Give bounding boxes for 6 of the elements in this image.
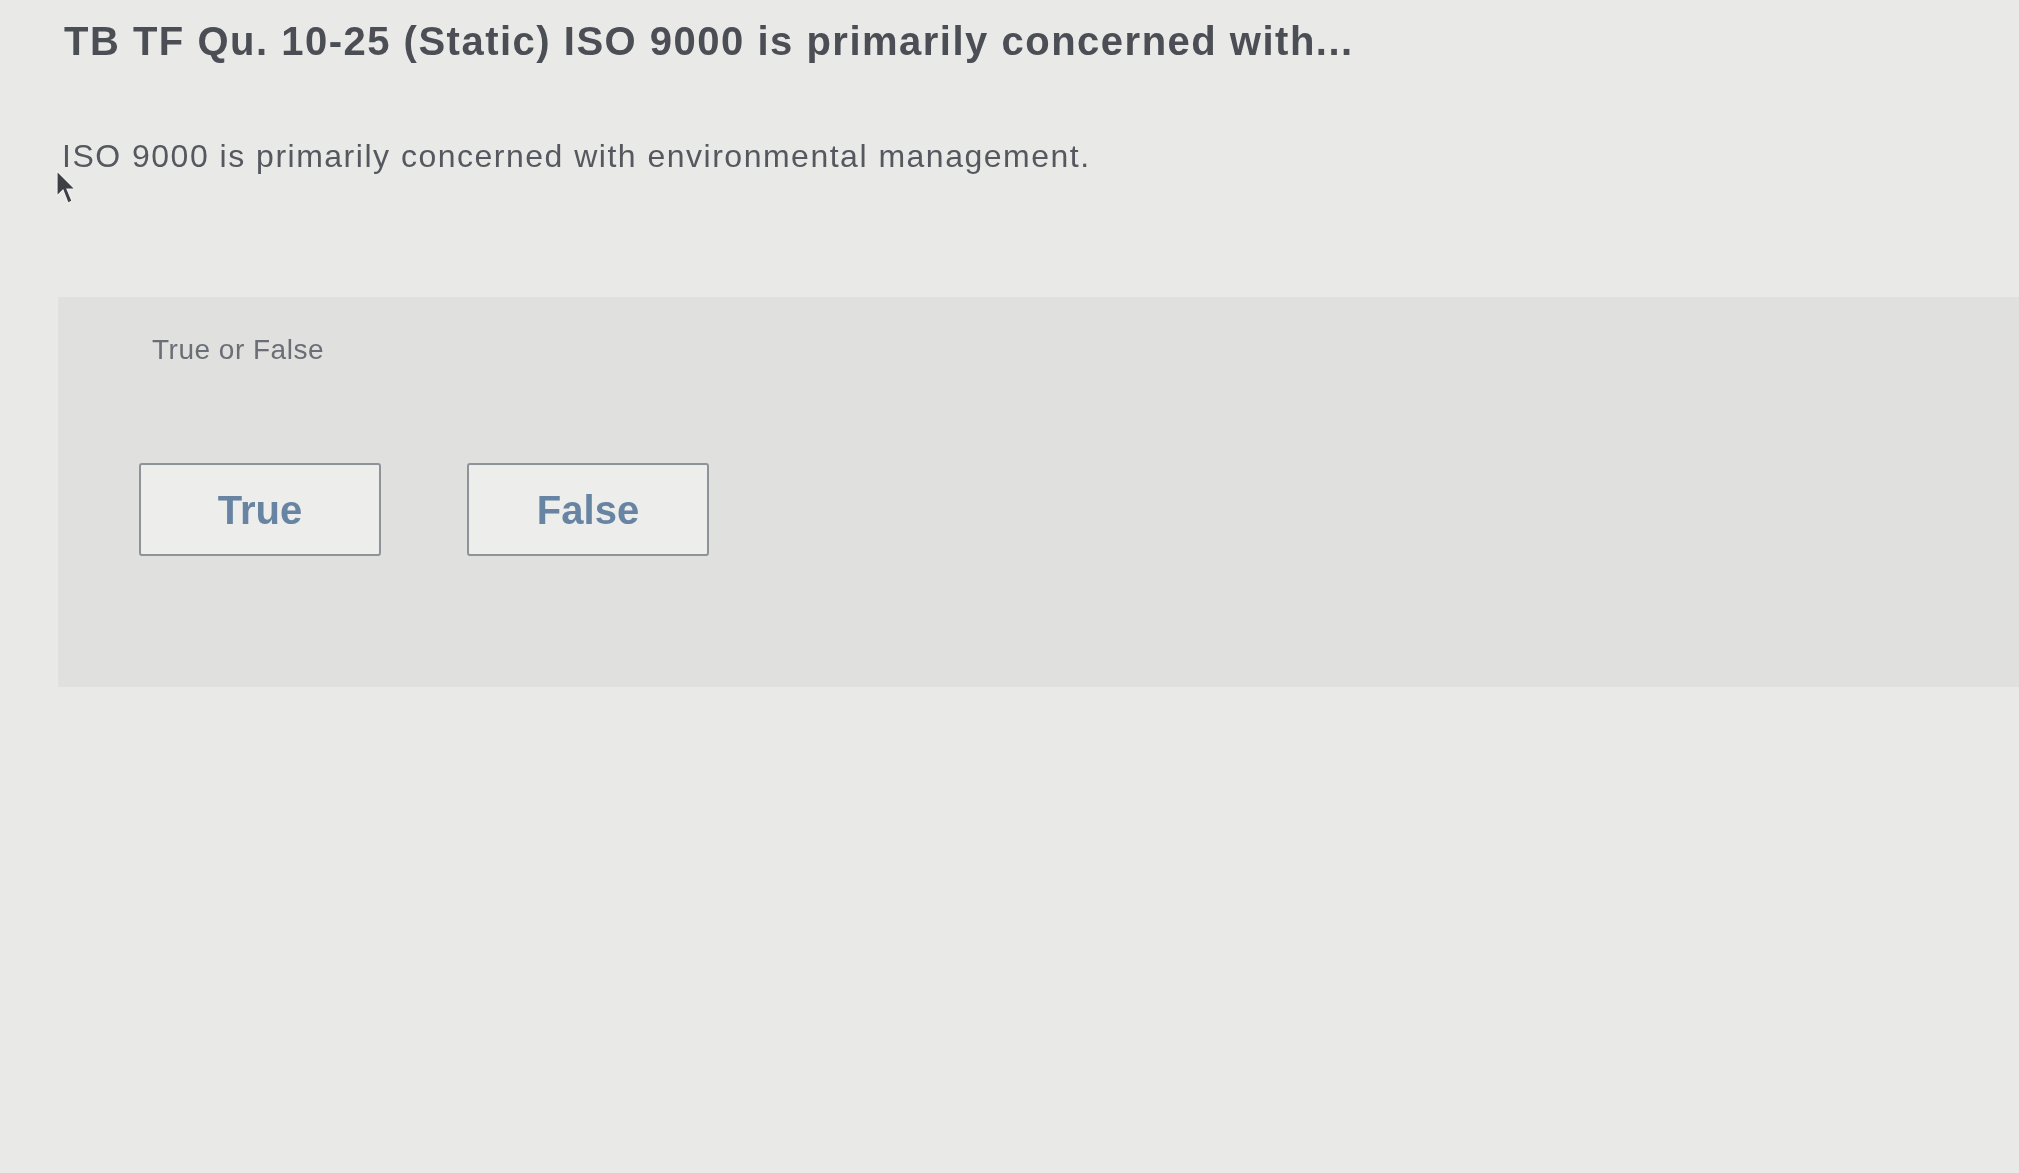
answer-option-button[interactable]: False [467,463,709,556]
question-text: ISO 9000 is primarily concerned with environmental management. [62,138,1091,174]
answer-prompt: True or False [152,334,324,366]
question-title: TB TF Qu. 10-25 (Static) ISO 9000 is primarily concerned with... [64,19,1354,63]
answer-option-button[interactable]: True [139,463,381,556]
mouse-pointer-icon [56,170,76,204]
